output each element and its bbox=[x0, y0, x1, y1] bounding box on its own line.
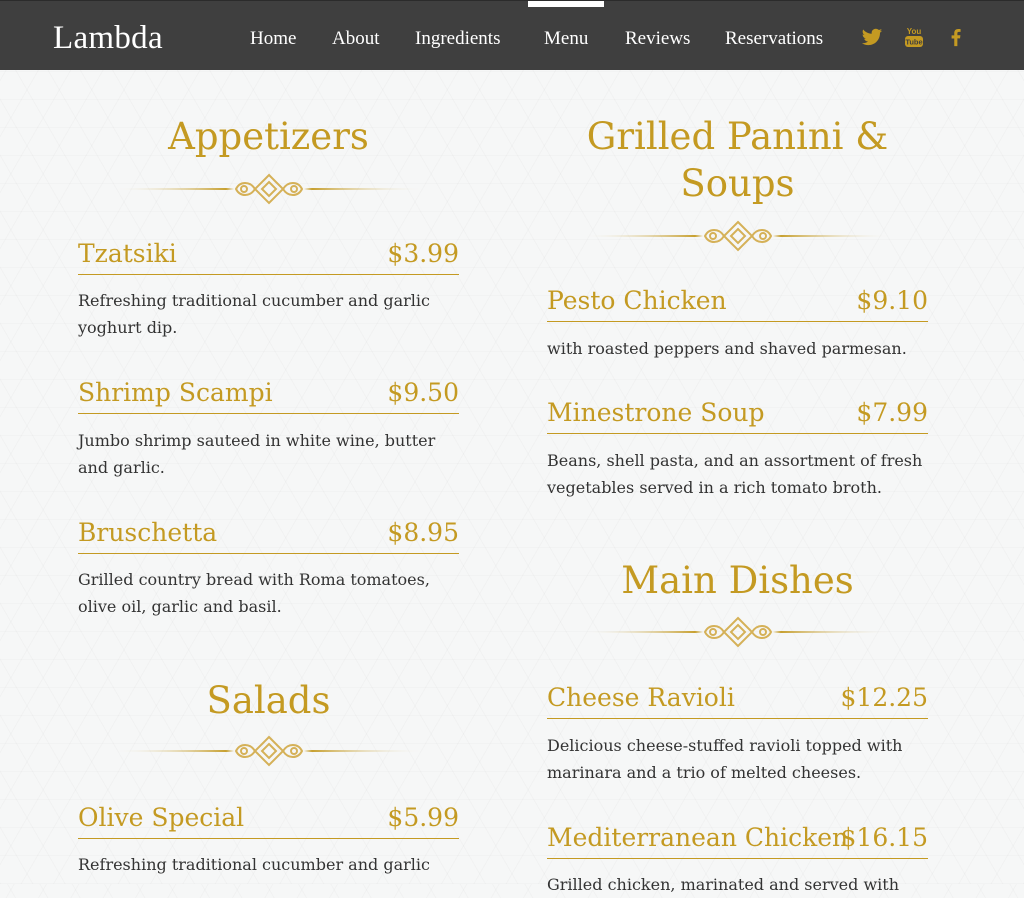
brand-logo[interactable]: Lambda bbox=[53, 18, 163, 58]
nav-menu[interactable]: Menu bbox=[527, 1, 605, 71]
nav-reservations[interactable]: Reservations bbox=[725, 1, 823, 71]
salads-divider-ornament bbox=[114, 736, 424, 766]
menu-item-tzatsiki: Tzatsiki $3.99 bbox=[78, 238, 459, 275]
menu-item-mediterranean-chicken: Mediterranean Chicken $16.15 bbox=[547, 822, 928, 859]
appetizers-divider-ornament bbox=[114, 174, 424, 204]
nav-home[interactable]: Home bbox=[250, 1, 296, 71]
item-name: Bruschetta bbox=[78, 518, 218, 547]
main-dishes-title: Main Dishes bbox=[621, 559, 854, 602]
item-description: Grilled chicken, marinated and served wi… bbox=[547, 875, 899, 894]
top-navbar: Lambda Home About Ingredients Menu Revie… bbox=[0, 0, 1024, 70]
item-price: $12.25 bbox=[840, 683, 928, 712]
menu-item-olive-special: Olive Special $5.99 bbox=[78, 802, 459, 839]
panini-soups-title: Grilled Panini & Soups bbox=[547, 113, 928, 207]
panini-divider-ornament bbox=[583, 221, 893, 251]
item-price: $9.10 bbox=[856, 286, 928, 315]
item-description: Jumbo shrimp sauteed in white wine, butt… bbox=[78, 431, 436, 477]
item-name: Minestrone Soup bbox=[547, 398, 765, 427]
main-dishes-divider-ornament bbox=[583, 617, 893, 647]
facebook-icon[interactable] bbox=[945, 26, 967, 48]
menu-item-bruschetta: Bruschetta $8.95 bbox=[78, 517, 459, 554]
item-description: Beans, shell pasta, and an assortment of… bbox=[547, 451, 923, 497]
item-name: Tzatsiki bbox=[78, 239, 177, 268]
item-description: Delicious cheese-stuffed ravioli topped … bbox=[547, 736, 903, 782]
item-description: with roasted peppers and shaved parmesan… bbox=[547, 339, 907, 358]
item-name: Shrimp Scampi bbox=[78, 378, 273, 407]
item-price: $16.15 bbox=[840, 823, 928, 852]
item-price: $8.95 bbox=[387, 518, 459, 547]
item-name: Olive Special bbox=[78, 803, 245, 832]
menu-item-pesto-chicken: Pesto Chicken $9.10 bbox=[547, 285, 928, 322]
panini-soups-title-line1: Grilled Panini & bbox=[586, 115, 889, 158]
item-name: Mediterranean Chicken bbox=[547, 823, 849, 852]
nav-ingredients[interactable]: Ingredients bbox=[415, 1, 500, 71]
menu-item-minestrone-soup: Minestrone Soup $7.99 bbox=[547, 397, 928, 434]
item-name: Pesto Chicken bbox=[547, 286, 727, 315]
appetizers-title: Appetizers bbox=[168, 115, 369, 158]
item-description: Refreshing traditional cucumber and garl… bbox=[78, 855, 430, 874]
svg-text:You: You bbox=[907, 27, 922, 36]
item-name: Cheese Ravioli bbox=[547, 683, 735, 712]
item-price: $5.99 bbox=[387, 803, 459, 832]
svg-text:Tube: Tube bbox=[905, 38, 922, 47]
youtube-icon[interactable]: You Tube bbox=[903, 26, 925, 48]
twitter-icon[interactable] bbox=[861, 26, 883, 48]
item-price: $7.99 bbox=[856, 398, 928, 427]
nav-reviews[interactable]: Reviews bbox=[625, 1, 690, 71]
nav-about[interactable]: About bbox=[332, 1, 380, 71]
menu-item-shrimp-scampi: Shrimp Scampi $9.50 bbox=[78, 377, 459, 414]
salads-title: Salads bbox=[206, 679, 331, 722]
menu-item-cheese-ravioli: Cheese Ravioli $12.25 bbox=[547, 682, 928, 719]
item-description: Grilled country bread with Roma tomatoes… bbox=[78, 570, 430, 616]
item-price: $3.99 bbox=[387, 239, 459, 268]
item-price: $9.50 bbox=[387, 378, 459, 407]
panini-soups-title-line2: Soups bbox=[680, 162, 795, 205]
item-description: Refreshing traditional cucumber and garl… bbox=[78, 291, 430, 337]
